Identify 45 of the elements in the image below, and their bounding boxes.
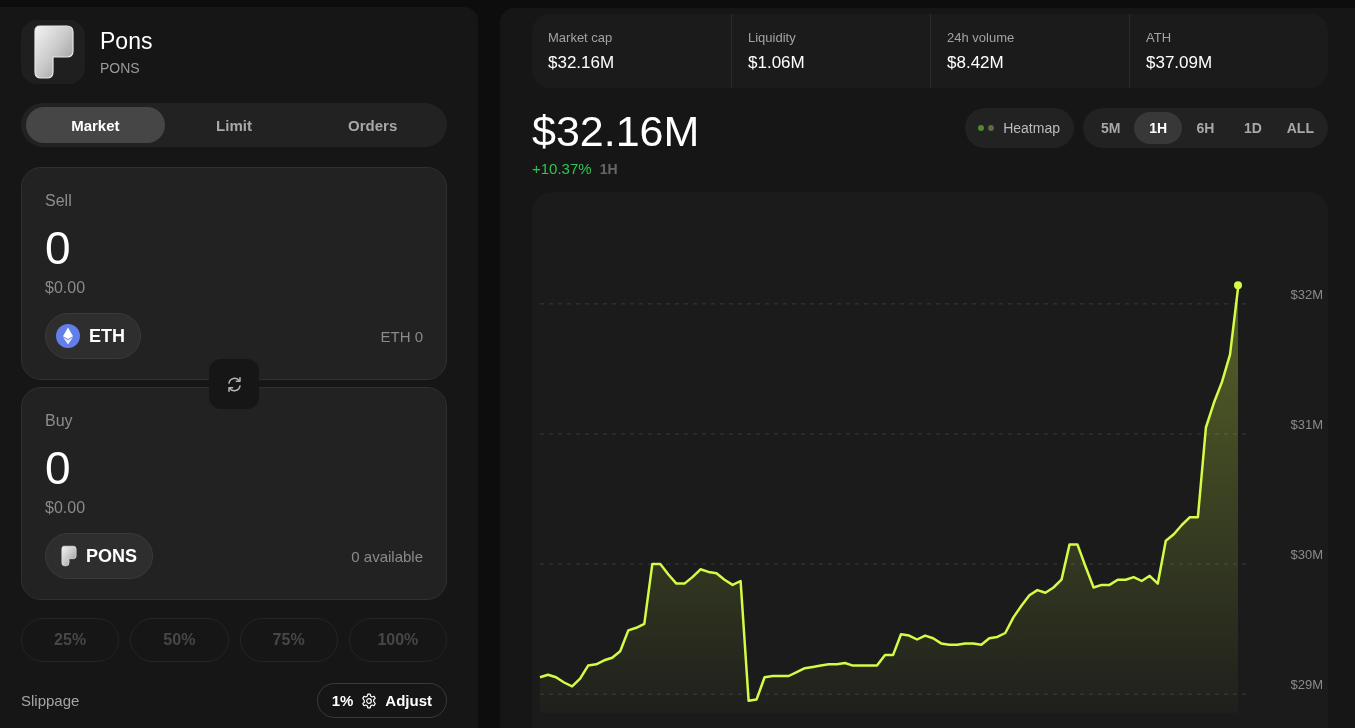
- amount-input[interactable]: 0: [45, 444, 265, 492]
- stat-value: $37.09M: [1146, 51, 1213, 73]
- usd-value: $0.00: [45, 498, 86, 518]
- time-range-tab[interactable]: 6H: [1181, 112, 1230, 144]
- card-label: Buy: [45, 411, 73, 431]
- time-range-tab[interactable]: 5M: [1087, 112, 1135, 144]
- stat-label: 24h volume: [947, 29, 1015, 46]
- token-balance: ETH 0: [380, 327, 423, 345]
- price-value: $32.16M: [532, 108, 700, 154]
- slippage-label: Slippage: [21, 692, 80, 709]
- p-shape-icon: [61, 545, 77, 567]
- usd-value: $0.00: [45, 278, 86, 298]
- token-name: Pons: [100, 27, 153, 55]
- y-axis-label: $31M: [1290, 417, 1323, 432]
- stat-value: $8.42M: [947, 51, 1004, 73]
- y-axis-label: $29M: [1290, 677, 1323, 693]
- heatmap-button[interactable]: Heatmap: [965, 108, 1074, 148]
- time-range-tab[interactable]: 1D: [1229, 112, 1277, 144]
- stat-label: Market cap: [548, 29, 613, 46]
- card-label: Sell: [45, 191, 72, 211]
- circular-arrows-icon: [225, 375, 243, 393]
- token-logo: [21, 20, 85, 84]
- swap-direction-button[interactable]: [209, 359, 259, 409]
- amount-input[interactable]: 0: [45, 224, 265, 272]
- time-range-tab[interactable]: ALL: [1276, 112, 1325, 144]
- order-tab[interactable]: Market: [26, 107, 165, 143]
- token-balance: 0 available: [351, 547, 423, 565]
- diamond-coin-icon: [56, 324, 80, 348]
- token-selector[interactable]: PONS: [45, 533, 153, 579]
- stat-value: $1.06M: [748, 51, 805, 73]
- stat-value: $32.16M: [548, 51, 615, 73]
- y-axis-label: $30M: [1290, 547, 1323, 563]
- y-axis-label: $32M: [1290, 286, 1323, 302]
- gear-icon: [361, 692, 378, 709]
- token-symbol: PONS: [100, 59, 140, 77]
- stat-label: ATH: [1146, 29, 1172, 46]
- end-dot-icon: [1234, 281, 1242, 290]
- order-tab[interactable]: Limit: [164, 107, 304, 143]
- stat-label: Liquidity: [748, 29, 796, 46]
- change-period: 1H: [599, 161, 618, 177]
- token-selector[interactable]: ETH: [45, 313, 141, 359]
- time-range-tab[interactable]: 1H: [1134, 112, 1182, 144]
- price-change: +10.37%: [532, 160, 592, 177]
- two-dots-icon: [978, 125, 995, 131]
- order-tab[interactable]: Orders: [303, 107, 442, 143]
